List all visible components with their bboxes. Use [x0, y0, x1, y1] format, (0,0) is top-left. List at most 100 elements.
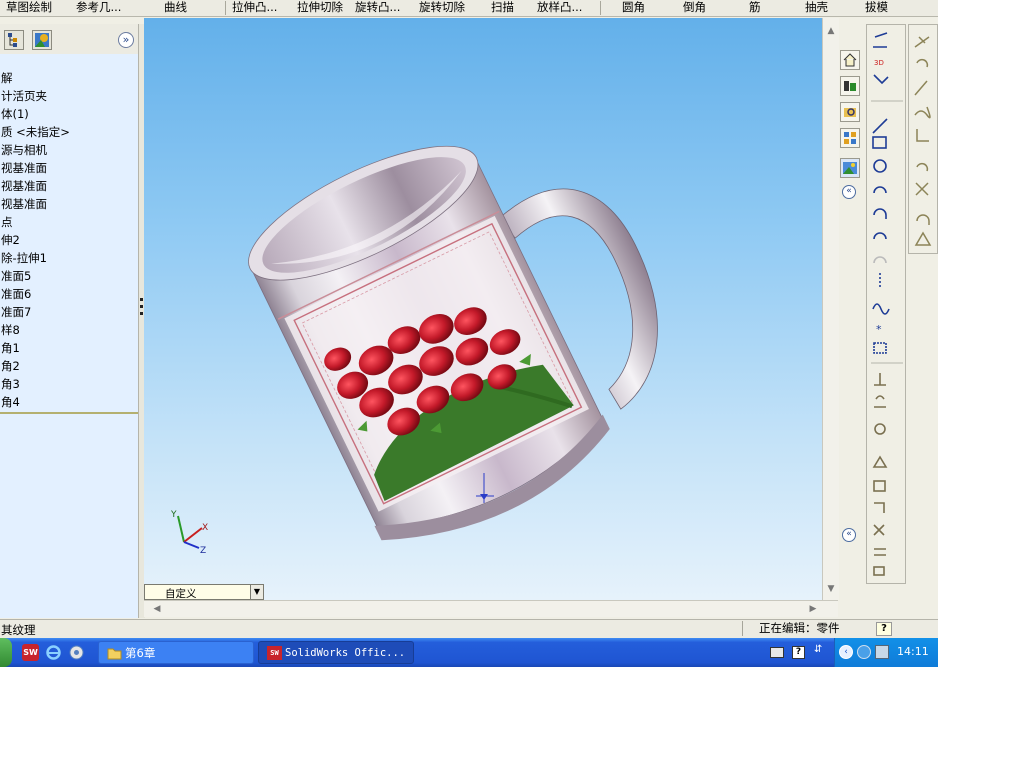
toolbar-revolve-cut[interactable]: 旋转切除	[419, 0, 465, 16]
feature-manager-panel: » 解 计活页夹 体(1) 质 <未指定> 源与相机 视基准面 视基准面 视基准…	[0, 24, 138, 618]
view-palette-icon[interactable]	[840, 128, 860, 148]
sw-app-icon[interactable]: SW	[22, 644, 39, 661]
vertical-scrollbar[interactable]: ▲ ▼	[822, 18, 839, 600]
toolbar-draft[interactable]: 拔模	[865, 0, 888, 16]
svg-text:3D: 3D	[874, 59, 884, 67]
status-bar: 其纹理 正在编辑：零件 ?	[0, 619, 938, 638]
media-icon[interactable]	[68, 644, 85, 661]
sketch-split-icon	[915, 182, 929, 196]
tree-item[interactable]: 解	[1, 69, 13, 87]
feature-tree-tab-icon[interactable]	[4, 30, 24, 50]
scroll-left-icon[interactable]: ◀	[150, 602, 164, 616]
sketch-pattern-icon	[914, 231, 932, 246]
scroll-right-icon[interactable]: ▶	[806, 602, 820, 616]
folder-task-label: 第6章	[125, 646, 156, 660]
graphics-area[interactable]: Y X Z 自定义 ▼	[144, 18, 822, 600]
horizontal-scrollbar[interactable]: ◀ ▶	[144, 600, 838, 617]
scroll-up-icon[interactable]: ▲	[824, 24, 838, 38]
tree-item[interactable]: 点	[1, 213, 13, 231]
tree-item[interactable]: 视基准面	[1, 159, 47, 177]
tree-item[interactable]: 除-拉伸1	[1, 249, 47, 267]
chevron-down-icon[interactable]: ▼	[250, 585, 263, 599]
toolbar-chamfer[interactable]: 倒角	[683, 0, 706, 16]
toolbar-fillet[interactable]: 圆角	[622, 0, 645, 16]
tree-item[interactable]: 角3	[1, 375, 20, 393]
toolbar-extrude-cut[interactable]: 拉伸切除	[297, 0, 343, 16]
tree-item[interactable]: 角2	[1, 357, 20, 375]
tree-item[interactable]: 样8	[1, 321, 20, 339]
rollback-bar[interactable]	[0, 412, 138, 414]
extend-icon	[873, 480, 886, 492]
home-icon[interactable]	[840, 50, 860, 70]
help-icon[interactable]: ?	[876, 622, 892, 636]
tree-item[interactable]: 视基准面	[1, 195, 47, 213]
arc-icon	[873, 186, 887, 194]
tree-item[interactable]: 计活页夹	[1, 87, 47, 105]
tree-item[interactable]: 准面7	[1, 303, 31, 321]
sketch-offset-icon	[914, 80, 928, 96]
collapse-toolbar-icon[interactable]: «	[842, 528, 856, 542]
clock: 14:11	[897, 645, 929, 658]
mug-model[interactable]: Y X Z	[144, 18, 822, 600]
language-icon[interactable]: ⇵	[814, 644, 826, 660]
three-point-arc-icon	[873, 232, 887, 240]
tree-item[interactable]: 视基准面	[1, 177, 47, 195]
toolbar-reference-geometry[interactable]: 参考几...	[76, 0, 121, 16]
toolbar-curves[interactable]: 曲线	[164, 0, 187, 16]
help-tray-icon[interactable]: ?	[792, 646, 805, 659]
design-library-icon[interactable]	[840, 76, 860, 96]
appearance-tab-icon[interactable]	[32, 30, 52, 50]
toolbar-extrude-boss[interactable]: 拉伸凸...	[232, 0, 277, 16]
view-orientation-select[interactable]: 自定义 ▼	[144, 584, 264, 600]
spline-icon	[872, 303, 890, 315]
tree-item[interactable]: 准面6	[1, 285, 31, 303]
sketch-extend-icon	[916, 129, 929, 142]
view-orientation-value: 自定义	[165, 588, 197, 600]
linear-pattern-icon	[874, 548, 886, 556]
volume-icon[interactable]	[875, 645, 889, 659]
ie-icon[interactable]	[45, 644, 62, 661]
collapse-task-pane-icon[interactable]: «	[842, 185, 856, 199]
tree-item[interactable]: 角1	[1, 339, 20, 357]
feature-manager-tabs: »	[0, 24, 138, 55]
toolbar-loft[interactable]: 放样凸...	[537, 0, 582, 16]
features-toolbar: 草图绘制 参考几... 曲线 拉伸凸... 拉伸切除 旋转凸... 旋转切除 扫…	[0, 0, 938, 17]
sketch-fillet-icon	[914, 36, 930, 48]
toolbar-rib[interactable]: 筋	[749, 0, 761, 16]
sketch-arc-icon	[916, 214, 930, 225]
appearances-icon[interactable]	[840, 158, 860, 178]
expand-panel-icon[interactable]: »	[118, 32, 134, 48]
system-tray: ‹ 14:11	[834, 638, 938, 667]
file-explorer-icon[interactable]	[840, 102, 860, 122]
mug-body	[248, 145, 610, 541]
toolbar-shell[interactable]: 抽壳	[805, 0, 828, 16]
toolbar-sweep[interactable]: 扫描	[491, 0, 514, 16]
offset-icon	[874, 373, 886, 386]
circle-icon	[873, 159, 887, 173]
svg-text:*: *	[876, 323, 882, 336]
start-button[interactable]	[0, 638, 12, 667]
tree-item[interactable]: 准面5	[1, 267, 31, 285]
tree-item[interactable]: 伸2	[1, 231, 20, 249]
keyboard-icon[interactable]	[770, 647, 784, 658]
sketch-toolbar: 3D *	[866, 24, 906, 584]
app-task-label: SolidWorks Offic...	[285, 647, 406, 659]
toolbar-sketch[interactable]: 草图绘制	[6, 0, 52, 16]
toolbar-revolve-boss[interactable]: 旋转凸...	[355, 0, 400, 16]
rectangle-icon	[872, 136, 887, 149]
sketch-mirror-icon	[914, 106, 931, 119]
scroll-down-icon[interactable]: ▼	[824, 582, 838, 596]
network-icon[interactable]	[857, 645, 871, 659]
tree-item[interactable]: 体(1)	[1, 105, 29, 123]
sketch-chamfer-icon	[916, 58, 929, 68]
split-icon	[874, 502, 885, 513]
tree-item[interactable]: 角4	[1, 393, 20, 411]
taskbar-solidworks-button[interactable]: SW SolidWorks Offic...	[258, 641, 414, 664]
solidworks-window: 草图绘制 参考几... 曲线 拉伸凸... 拉伸切除 旋转凸... 旋转切除 扫…	[0, 0, 938, 667]
tray-expand-icon[interactable]: ‹	[839, 645, 853, 659]
taskbar-folder-button[interactable]: 第6章	[98, 641, 254, 664]
convert-icon	[874, 423, 886, 435]
tree-item[interactable]: 质 <未指定>	[1, 123, 70, 141]
windows-taskbar: SW 第6章 SW SolidWorks Offic... ? ⇵ ‹ 14:1…	[0, 638, 938, 667]
tree-item[interactable]: 源与相机	[1, 141, 47, 159]
